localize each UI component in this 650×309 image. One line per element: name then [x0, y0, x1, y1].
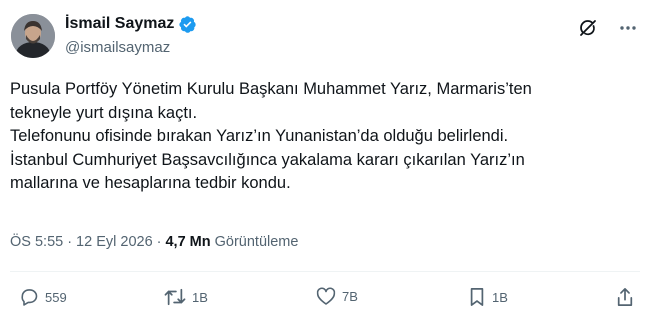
repost-count: 1B: [192, 289, 208, 305]
views-label: Görüntüleme: [214, 234, 299, 250]
tweet-meta: ÖS 5:55 · 12 Eyl 2026 · 4,7 Mn Görüntüle…: [10, 232, 298, 252]
tweet-top-actions: [578, 18, 638, 38]
tweet-line: mallarına ve hesaplarına tedbir kondu.: [10, 174, 291, 192]
grok-icon[interactable]: [578, 18, 598, 38]
repost-button[interactable]: 1B: [164, 287, 208, 307]
views-count: 4,7 Mn: [165, 234, 211, 250]
reply-count: 559: [45, 289, 67, 305]
reply-button[interactable]: 559: [19, 287, 67, 307]
tweet-line: Telefonunu ofisinde bırakan Yarız’ın Yun…: [10, 127, 509, 145]
tweet-date[interactable]: 12 Eyl 2026: [76, 232, 153, 252]
tweet-line: Pusula Portföy Yönetim Kurulu Başkanı Mu…: [10, 80, 532, 98]
tweet-line: İstanbul Cumhuriyet Başsavcılığınca yaka…: [10, 150, 525, 169]
author-name-row: İsmail Saymaz: [65, 14, 197, 34]
share-icon: [616, 287, 634, 307]
tweet-time[interactable]: ÖS 5:55: [10, 232, 63, 252]
share-button[interactable]: [616, 287, 634, 307]
meta-separator: ·: [67, 234, 73, 250]
meta-separator: ·: [156, 234, 162, 250]
more-icon[interactable]: [618, 18, 638, 38]
avatar[interactable]: [11, 14, 55, 58]
author-handle[interactable]: @ismailsaymaz: [65, 38, 170, 58]
bookmark-button[interactable]: 1B: [468, 287, 508, 307]
verified-badge-icon: [178, 15, 197, 34]
divider: [10, 271, 640, 272]
tweet-line: tekneyle yurt dışına kaçtı.: [10, 103, 198, 122]
repost-icon: [164, 287, 186, 307]
tweet-actions: 559 1B 7B 1B: [0, 287, 650, 309]
like-button[interactable]: 7B: [316, 287, 358, 306]
bookmark-icon: [468, 287, 486, 307]
like-icon: [316, 287, 336, 306]
tweet-text: Pusula Portföy Yönetim Kurulu Başkanı Mu…: [10, 78, 635, 196]
like-count: 7B: [342, 289, 358, 304]
author-display-name[interactable]: İsmail Saymaz: [65, 14, 174, 34]
bookmark-count: 1B: [492, 289, 508, 305]
reply-icon: [19, 287, 39, 307]
